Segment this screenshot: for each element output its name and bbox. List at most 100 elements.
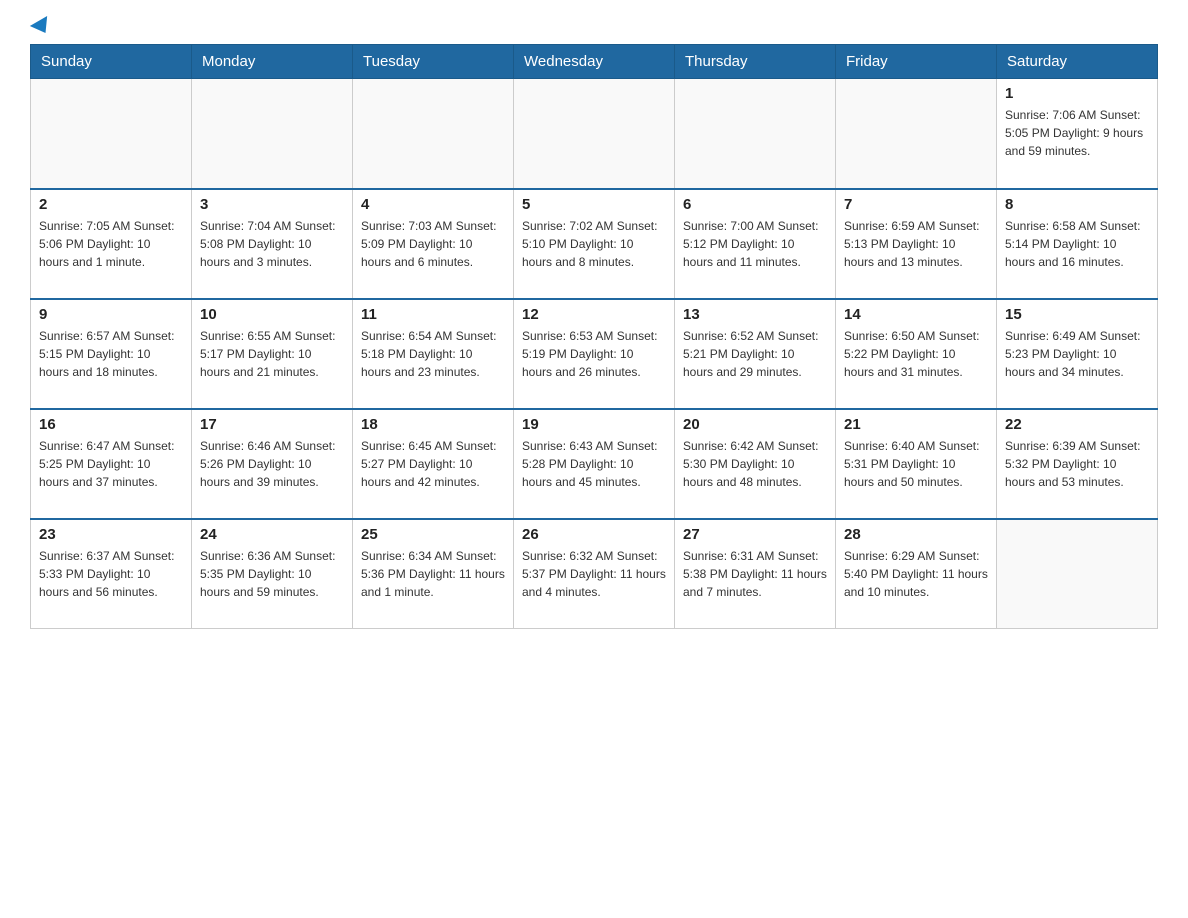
day-number: 11 (361, 306, 505, 323)
day-number: 17 (200, 416, 344, 433)
calendar-cell: 5 Sunrise: 7:02 AM Sunset: 5:10 PM Daylig… (514, 189, 675, 299)
day-info: Sunrise: 7:02 AM Sunset: 5:10 PM Dayligh… (522, 217, 666, 271)
day-info: Sunrise: 6:59 AM Sunset: 5:13 PM Dayligh… (844, 217, 988, 271)
day-info: Sunrise: 6:47 AM Sunset: 5:25 PM Dayligh… (39, 437, 183, 491)
calendar-cell: 18 Sunrise: 6:45 AM Sunset: 5:27 PM Dayli… (353, 409, 514, 519)
calendar-cell (192, 79, 353, 189)
calendar-week-row: 16 Sunrise: 6:47 AM Sunset: 5:25 PM Dayli… (31, 409, 1158, 519)
day-number: 24 (200, 526, 344, 543)
day-info: Sunrise: 6:54 AM Sunset: 5:18 PM Dayligh… (361, 327, 505, 381)
day-info: Sunrise: 6:55 AM Sunset: 5:17 PM Dayligh… (200, 327, 344, 381)
calendar-cell: 23 Sunrise: 6:37 AM Sunset: 5:33 PM Dayli… (31, 519, 192, 629)
calendar-cell: 24 Sunrise: 6:36 AM Sunset: 5:35 PM Dayli… (192, 519, 353, 629)
calendar-cell: 11 Sunrise: 6:54 AM Sunset: 5:18 PM Dayli… (353, 299, 514, 409)
calendar-cell: 15 Sunrise: 6:49 AM Sunset: 5:23 PM Dayli… (997, 299, 1158, 409)
day-info: Sunrise: 6:29 AM Sunset: 5:40 PM Dayligh… (844, 547, 988, 601)
day-number: 21 (844, 416, 988, 433)
calendar-cell: 19 Sunrise: 6:43 AM Sunset: 5:28 PM Dayli… (514, 409, 675, 519)
calendar-cell (675, 79, 836, 189)
calendar-week-row: 23 Sunrise: 6:37 AM Sunset: 5:33 PM Dayli… (31, 519, 1158, 629)
day-number: 15 (1005, 306, 1149, 323)
calendar-cell: 22 Sunrise: 6:39 AM Sunset: 5:32 PM Dayli… (997, 409, 1158, 519)
calendar-cell: 28 Sunrise: 6:29 AM Sunset: 5:40 PM Dayli… (836, 519, 997, 629)
weekday-header-friday: Friday (836, 45, 997, 79)
day-number: 7 (844, 196, 988, 213)
page-header (30, 20, 1158, 34)
day-number: 16 (39, 416, 183, 433)
calendar-cell: 20 Sunrise: 6:42 AM Sunset: 5:30 PM Dayli… (675, 409, 836, 519)
day-info: Sunrise: 6:34 AM Sunset: 5:36 PM Dayligh… (361, 547, 505, 601)
calendar-week-row: 2 Sunrise: 7:05 AM Sunset: 5:06 PM Daylig… (31, 189, 1158, 299)
calendar-cell: 27Sunrise: 6:31 AM Sunset: 5:38 PM Dayli… (675, 519, 836, 629)
calendar-cell: 16 Sunrise: 6:47 AM Sunset: 5:25 PM Dayli… (31, 409, 192, 519)
day-info: Sunrise: 6:36 AM Sunset: 5:35 PM Dayligh… (200, 547, 344, 601)
day-info: Sunrise: 7:03 AM Sunset: 5:09 PM Dayligh… (361, 217, 505, 271)
day-number: 28 (844, 526, 988, 543)
day-number: 19 (522, 416, 666, 433)
day-number: 2 (39, 196, 183, 213)
calendar-cell (997, 519, 1158, 629)
calendar-cell: 25 Sunrise: 6:34 AM Sunset: 5:36 PM Dayli… (353, 519, 514, 629)
calendar-cell (31, 79, 192, 189)
calendar-cell (836, 79, 997, 189)
day-info: Sunrise: 6:43 AM Sunset: 5:28 PM Dayligh… (522, 437, 666, 491)
weekday-header-monday: Monday (192, 45, 353, 79)
calendar-cell: 14 Sunrise: 6:50 AM Sunset: 5:22 PM Dayli… (836, 299, 997, 409)
calendar-table: SundayMondayTuesdayWednesdayThursdayFrid… (30, 44, 1158, 629)
day-number: 22 (1005, 416, 1149, 433)
day-info: Sunrise: 6:49 AM Sunset: 5:23 PM Dayligh… (1005, 327, 1149, 381)
day-number: 3 (200, 196, 344, 213)
calendar-cell: 13 Sunrise: 6:52 AM Sunset: 5:21 PM Dayli… (675, 299, 836, 409)
calendar-cell: 2 Sunrise: 7:05 AM Sunset: 5:06 PM Daylig… (31, 189, 192, 299)
day-number: 23 (39, 526, 183, 543)
weekday-header-wednesday: Wednesday (514, 45, 675, 79)
day-info: Sunrise: 6:50 AM Sunset: 5:22 PM Dayligh… (844, 327, 988, 381)
calendar-cell: 6 Sunrise: 7:00 AM Sunset: 5:12 PM Daylig… (675, 189, 836, 299)
day-info: Sunrise: 6:39 AM Sunset: 5:32 PM Dayligh… (1005, 437, 1149, 491)
logo (30, 20, 52, 34)
day-info: Sunrise: 7:00 AM Sunset: 5:12 PM Dayligh… (683, 217, 827, 271)
day-number: 14 (844, 306, 988, 323)
day-number: 27 (683, 526, 827, 543)
day-number: 5 (522, 196, 666, 213)
day-info: Sunrise: 6:52 AM Sunset: 5:21 PM Dayligh… (683, 327, 827, 381)
calendar-cell: 3 Sunrise: 7:04 AM Sunset: 5:08 PM Daylig… (192, 189, 353, 299)
day-info: Sunrise: 6:57 AM Sunset: 5:15 PM Dayligh… (39, 327, 183, 381)
weekday-header-tuesday: Tuesday (353, 45, 514, 79)
calendar-cell (514, 79, 675, 189)
logo-triangle-icon (30, 16, 54, 38)
calendar-cell: 17Sunrise: 6:46 AM Sunset: 5:26 PM Dayli… (192, 409, 353, 519)
calendar-cell: 10Sunrise: 6:55 AM Sunset: 5:17 PM Dayli… (192, 299, 353, 409)
day-info: Sunrise: 6:45 AM Sunset: 5:27 PM Dayligh… (361, 437, 505, 491)
day-info: Sunrise: 7:06 AM Sunset: 5:05 PM Dayligh… (1005, 106, 1149, 160)
calendar-week-row: 1 Sunrise: 7:06 AM Sunset: 5:05 PM Daylig… (31, 79, 1158, 189)
day-number: 25 (361, 526, 505, 543)
day-number: 9 (39, 306, 183, 323)
day-info: Sunrise: 6:40 AM Sunset: 5:31 PM Dayligh… (844, 437, 988, 491)
calendar-cell: 8Sunrise: 6:58 AM Sunset: 5:14 PM Daylig… (997, 189, 1158, 299)
calendar-cell: 26Sunrise: 6:32 AM Sunset: 5:37 PM Dayli… (514, 519, 675, 629)
day-number: 12 (522, 306, 666, 323)
calendar-cell (353, 79, 514, 189)
calendar-cell: 9 Sunrise: 6:57 AM Sunset: 5:15 PM Daylig… (31, 299, 192, 409)
calendar-week-row: 9 Sunrise: 6:57 AM Sunset: 5:15 PM Daylig… (31, 299, 1158, 409)
calendar-cell: 4Sunrise: 7:03 AM Sunset: 5:09 PM Daylig… (353, 189, 514, 299)
day-info: Sunrise: 7:05 AM Sunset: 5:06 PM Dayligh… (39, 217, 183, 271)
day-number: 18 (361, 416, 505, 433)
day-number: 13 (683, 306, 827, 323)
day-number: 26 (522, 526, 666, 543)
weekday-header-sunday: Sunday (31, 45, 192, 79)
day-info: Sunrise: 6:37 AM Sunset: 5:33 PM Dayligh… (39, 547, 183, 601)
day-number: 20 (683, 416, 827, 433)
calendar-cell: 21 Sunrise: 6:40 AM Sunset: 5:31 PM Dayli… (836, 409, 997, 519)
day-info: Sunrise: 6:58 AM Sunset: 5:14 PM Dayligh… (1005, 217, 1149, 271)
day-info: Sunrise: 7:04 AM Sunset: 5:08 PM Dayligh… (200, 217, 344, 271)
day-number: 6 (683, 196, 827, 213)
calendar-cell: 12Sunrise: 6:53 AM Sunset: 5:19 PM Dayli… (514, 299, 675, 409)
day-info: Sunrise: 6:42 AM Sunset: 5:30 PM Dayligh… (683, 437, 827, 491)
weekday-header-row: SundayMondayTuesdayWednesdayThursdayFrid… (31, 45, 1158, 79)
calendar-cell: 7 Sunrise: 6:59 AM Sunset: 5:13 PM Daylig… (836, 189, 997, 299)
weekday-header-saturday: Saturday (997, 45, 1158, 79)
calendar-cell: 1 Sunrise: 7:06 AM Sunset: 5:05 PM Daylig… (997, 79, 1158, 189)
day-number: 1 (1005, 85, 1149, 102)
